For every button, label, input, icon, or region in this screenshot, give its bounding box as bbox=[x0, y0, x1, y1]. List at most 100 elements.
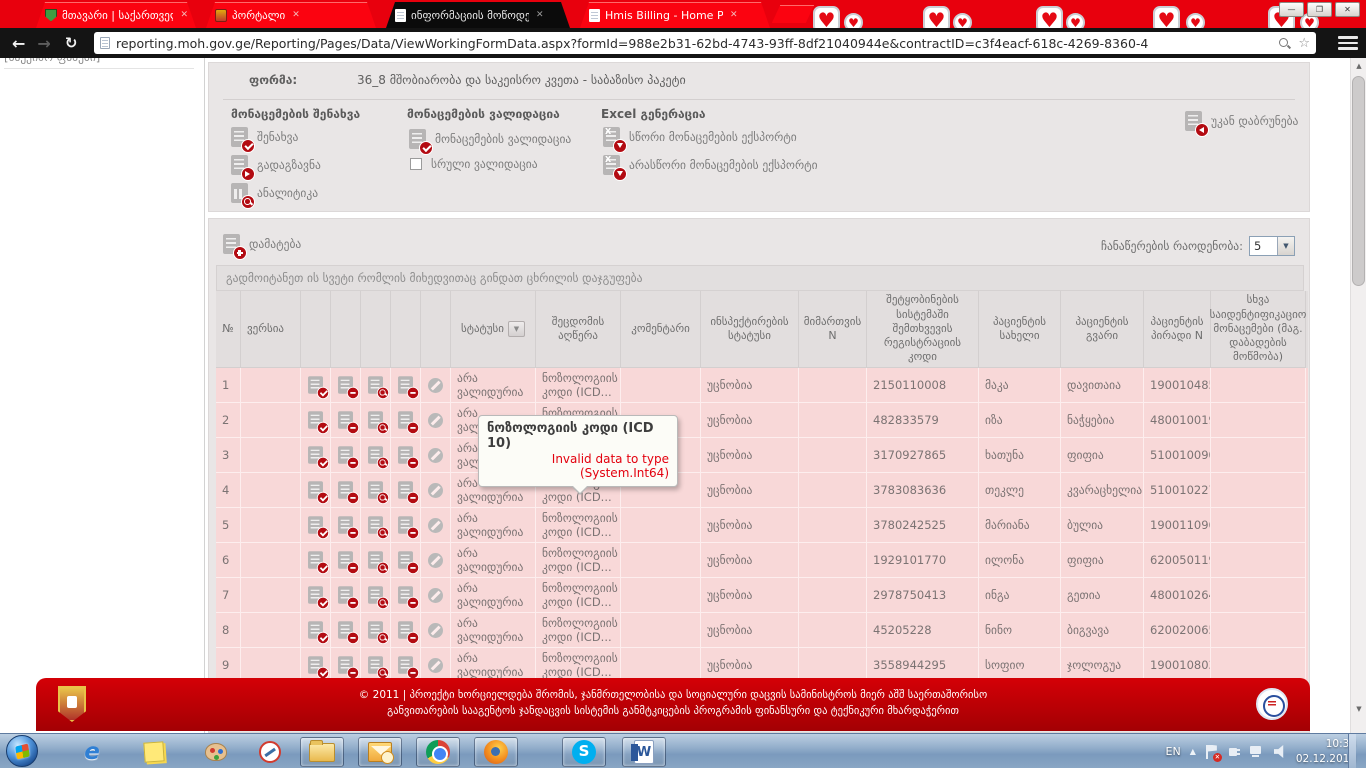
row-cancel-button[interactable] bbox=[391, 368, 421, 403]
network-icon[interactable] bbox=[1250, 745, 1265, 758]
row-edit-button[interactable] bbox=[301, 508, 331, 543]
tab-home[interactable]: მთავარი | საქართველო... ✕ bbox=[36, 2, 196, 28]
row-edit-button[interactable] bbox=[301, 403, 331, 438]
skype-icon[interactable]: S bbox=[562, 737, 606, 767]
header-inspection[interactable]: ინსპექტირების სტატუსი bbox=[701, 291, 799, 368]
row-delete-button[interactable] bbox=[331, 473, 361, 508]
row-edit-button[interactable] bbox=[301, 368, 331, 403]
volume-icon[interactable] bbox=[1274, 745, 1287, 758]
row-cancel-button[interactable] bbox=[391, 578, 421, 613]
row-delete-button[interactable] bbox=[331, 508, 361, 543]
validate-button[interactable]: მონაცემების ვალიდაცია bbox=[409, 129, 571, 149]
row-cancel-button[interactable] bbox=[391, 438, 421, 473]
url-text[interactable]: reporting.moh.gov.ge/Reporting/Pages/Dat… bbox=[116, 36, 1278, 51]
row-view-button[interactable] bbox=[361, 578, 391, 613]
tab-close-icon[interactable]: ✕ bbox=[180, 10, 188, 20]
header-comment[interactable]: კომენტარი bbox=[621, 291, 701, 368]
scroll-thumb[interactable] bbox=[1352, 76, 1365, 286]
tab-reporting-active[interactable]: ინფორმაციის მოწოდებ... ✕ bbox=[386, 2, 570, 28]
reload-button[interactable]: ↻ bbox=[65, 34, 78, 52]
row-view-button[interactable] bbox=[361, 613, 391, 648]
row-cancel-button[interactable] bbox=[391, 543, 421, 578]
scroll-down-icon[interactable]: ▼ bbox=[1351, 701, 1366, 717]
analytics-button[interactable]: ანალიტიკა bbox=[231, 183, 318, 203]
row-edit-button[interactable] bbox=[301, 473, 331, 508]
chrome-icon[interactable] bbox=[416, 737, 460, 767]
header-error[interactable]: შეცდომის აღწერა bbox=[536, 291, 621, 368]
header-referral[interactable]: მიმართვის N bbox=[799, 291, 867, 368]
row-edit-button[interactable] bbox=[301, 438, 331, 473]
close-button[interactable]: ✕ bbox=[1335, 2, 1360, 17]
save-button[interactable]: შენახვა bbox=[231, 127, 298, 147]
file-explorer-icon[interactable] bbox=[300, 737, 344, 767]
firefox-icon[interactable] bbox=[474, 737, 518, 767]
send-button[interactable]: გადაგზავნა bbox=[231, 155, 321, 175]
row-delete-button[interactable] bbox=[331, 543, 361, 578]
row-view-button[interactable] bbox=[361, 508, 391, 543]
back-button[interactable]: ← bbox=[12, 34, 25, 53]
paint-icon[interactable] bbox=[194, 737, 238, 767]
tab-portal[interactable]: პორტალი ✕ bbox=[206, 2, 376, 28]
row-edit-button[interactable] bbox=[301, 578, 331, 613]
row-cancel-button[interactable] bbox=[391, 613, 421, 648]
header-reg-code[interactable]: შეტყობინების სისტემაში შემთხვევის რეგისტ… bbox=[867, 291, 979, 368]
back-to-list-button[interactable]: უკან დაბრუნება bbox=[1185, 111, 1298, 131]
chevron-down-icon[interactable]: ▼ bbox=[1277, 237, 1294, 255]
status-filter-icon[interactable]: ▼ bbox=[508, 321, 525, 337]
row-edit-button[interactable] bbox=[301, 613, 331, 648]
header-version[interactable]: ვერსია bbox=[241, 291, 301, 368]
action-center-flag-icon[interactable]: ✕ bbox=[1205, 745, 1218, 759]
forward-button[interactable]: → bbox=[37, 34, 50, 53]
language-indicator[interactable]: EN bbox=[1166, 745, 1181, 758]
header-status[interactable]: სტატუსი ▼ bbox=[451, 291, 536, 368]
row-cancel-button[interactable] bbox=[391, 473, 421, 508]
row-cancel-button[interactable] bbox=[391, 403, 421, 438]
word-icon[interactable]: W bbox=[622, 737, 666, 767]
scroll-up-icon[interactable]: ▲ bbox=[1351, 58, 1366, 74]
restore-button[interactable]: ❐ bbox=[1307, 2, 1332, 17]
header-other-id[interactable]: სხვა საიდენტიფიკაციო მონაცემები (მაგ. და… bbox=[1211, 291, 1306, 368]
valid-export-button[interactable]: X სწორი მონაცემების ექსპორტი bbox=[603, 127, 797, 147]
tab-close-icon[interactable]: ✕ bbox=[730, 10, 738, 20]
row-delete-button[interactable] bbox=[331, 578, 361, 613]
header-first-name[interactable]: პაციენტის სახელი bbox=[979, 291, 1061, 368]
outlook-icon[interactable] bbox=[358, 737, 402, 767]
zoom-search-icon[interactable] bbox=[1278, 37, 1291, 50]
start-button[interactable] bbox=[6, 735, 38, 767]
address-bar[interactable]: reporting.moh.gov.ge/Reporting/Pages/Dat… bbox=[94, 32, 1316, 54]
row-cancel-button[interactable] bbox=[391, 508, 421, 543]
taskbar-clock[interactable]: 10:33 02.12.2013 bbox=[1296, 737, 1356, 765]
page-scrollbar[interactable]: ▲ ▼ bbox=[1350, 58, 1366, 733]
row-delete-button[interactable] bbox=[331, 403, 361, 438]
row-view-button[interactable] bbox=[361, 473, 391, 508]
new-tab-button[interactable] bbox=[772, 5, 814, 23]
row-edit-button[interactable] bbox=[301, 543, 331, 578]
bookmark-star-icon[interactable]: ☆ bbox=[1298, 36, 1310, 51]
header-last-name[interactable]: პაციენტის გვარი bbox=[1061, 291, 1144, 368]
minimize-button[interactable]: — bbox=[1279, 2, 1304, 17]
full-validation-option[interactable]: სრული ვალიდაცია bbox=[410, 157, 538, 171]
row-delete-button[interactable] bbox=[331, 438, 361, 473]
tab-close-icon[interactable]: ✕ bbox=[292, 10, 300, 20]
full-validation-checkbox[interactable] bbox=[410, 158, 422, 170]
row-view-button[interactable] bbox=[361, 543, 391, 578]
row-view-button[interactable] bbox=[361, 403, 391, 438]
add-record-button[interactable]: დამატება bbox=[223, 234, 301, 254]
sticky-notes-icon[interactable] bbox=[132, 737, 176, 767]
tray-expand-icon[interactable]: ▲ bbox=[1190, 747, 1196, 756]
chrome-menu-icon[interactable] bbox=[1338, 35, 1358, 51]
row-delete-button[interactable] bbox=[331, 613, 361, 648]
tab-close-icon[interactable]: ✕ bbox=[536, 10, 544, 20]
show-desktop-button[interactable] bbox=[1348, 734, 1356, 768]
records-count-select[interactable]: 5 ▼ bbox=[1249, 236, 1295, 256]
column-group-dropzone[interactable]: გადმოიტანეთ ის სვეტი რომლის მიხედვითაც გ… bbox=[216, 265, 1304, 291]
row-view-button[interactable] bbox=[361, 438, 391, 473]
header-personal-n[interactable]: პაციენტის პირადი N bbox=[1144, 291, 1211, 368]
row-view-button[interactable] bbox=[361, 368, 391, 403]
header-num[interactable]: № bbox=[216, 291, 241, 368]
invalid-export-button[interactable]: X არასწორი მონაცემების ექსპორტი bbox=[603, 155, 818, 175]
row-delete-button[interactable] bbox=[331, 368, 361, 403]
tab-hmis-billing[interactable]: Hmis Billing - Home Page ✕ bbox=[580, 2, 770, 28]
internet-explorer-icon[interactable]: e bbox=[70, 737, 114, 767]
snipping-tool-icon[interactable] bbox=[248, 737, 292, 767]
